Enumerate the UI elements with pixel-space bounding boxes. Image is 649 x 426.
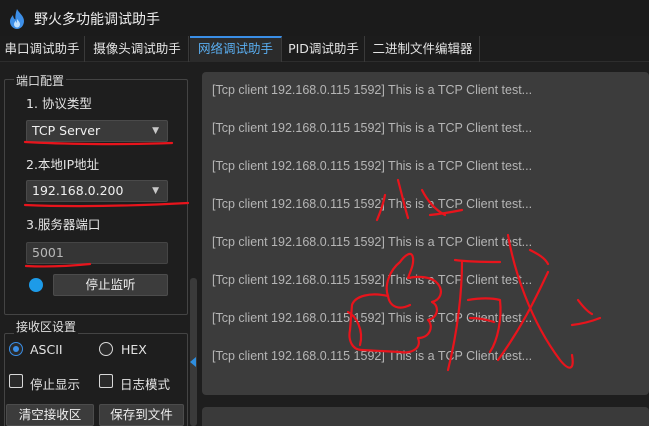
receive-settings-title: 接收区设置	[14, 318, 79, 335]
receive-line: [Tcp client 192.168.0.115 1592] This is …	[212, 197, 533, 211]
log-mode-checkbox[interactable]	[99, 374, 113, 388]
save-to-file-button[interactable]: 保存到文件	[99, 404, 184, 426]
stop-display-label: 停止显示	[30, 377, 81, 392]
protocol-type-label: 1. 协议类型	[26, 96, 92, 111]
stop-listening-button[interactable]: 停止监听	[53, 274, 168, 296]
receive-line: [Tcp client 192.168.0.115 1592] This is …	[212, 159, 533, 173]
tab-camera-debug[interactable]: 摄像头调试助手	[86, 36, 189, 62]
ascii-label: ASCII	[30, 342, 63, 357]
collapse-arrow-icon[interactable]	[190, 357, 196, 367]
receive-line: [Tcp client 192.168.0.115 1592] This is …	[212, 273, 533, 287]
hex-radio[interactable]	[99, 342, 113, 356]
title-bar: 野火多功能调试助手	[0, 0, 649, 36]
receive-line: [Tcp client 192.168.0.115 1592] This is …	[212, 311, 533, 325]
local-ip-label: 2.本地IP地址	[26, 157, 100, 172]
receive-line: [Tcp client 192.168.0.115 1592] This is …	[212, 121, 533, 135]
server-port-input[interactable]: 5001	[26, 242, 168, 264]
flame-logo-icon	[10, 9, 24, 29]
left-panel-scrollbar[interactable]	[190, 278, 197, 426]
tab-serial-debug[interactable]: 串口调试助手	[0, 36, 85, 62]
log-mode-label: 日志模式	[120, 377, 171, 392]
window-title: 野火多功能调试助手	[34, 12, 160, 28]
main-tab-bar: 串口调试助手 摄像头调试助手 网络调试助手 PID调试助手 二进制文件编辑器	[0, 36, 649, 62]
receive-text-area[interactable]: [Tcp client 192.168.0.115 1592] This is …	[202, 72, 649, 395]
tab-network-debug[interactable]: 网络调试助手	[190, 36, 282, 62]
receive-line: [Tcp client 192.168.0.115 1592] This is …	[212, 83, 533, 97]
port-config-title: 端口配置	[14, 72, 67, 89]
tab-pid-debug[interactable]: PID调试助手	[283, 36, 365, 62]
tab-binary-editor[interactable]: 二进制文件编辑器	[366, 36, 480, 62]
hex-label: HEX	[121, 342, 147, 357]
local-ip-select[interactable]: 192.168.0.200 ▼	[26, 180, 168, 202]
dropdown-arrow-icon: ▼	[152, 186, 159, 196]
receive-line: [Tcp client 192.168.0.115 1592] This is …	[212, 235, 533, 249]
send-text-area[interactable]	[202, 407, 649, 426]
stop-display-checkbox[interactable]	[9, 374, 23, 388]
connection-status-indicator	[29, 278, 43, 292]
dropdown-arrow-icon: ▼	[152, 126, 159, 136]
clear-receive-button[interactable]: 清空接收区	[6, 404, 94, 426]
left-settings-panel: 端口配置 1. 协议类型 TCP Server ▼ 2.本地IP地址 192.1…	[4, 70, 189, 426]
receive-line: [Tcp client 192.168.0.115 1592] This is …	[212, 349, 533, 363]
server-port-label: 3.服务器端口	[26, 217, 101, 232]
protocol-type-select[interactable]: TCP Server ▼	[26, 120, 168, 142]
ascii-radio[interactable]	[9, 342, 23, 356]
